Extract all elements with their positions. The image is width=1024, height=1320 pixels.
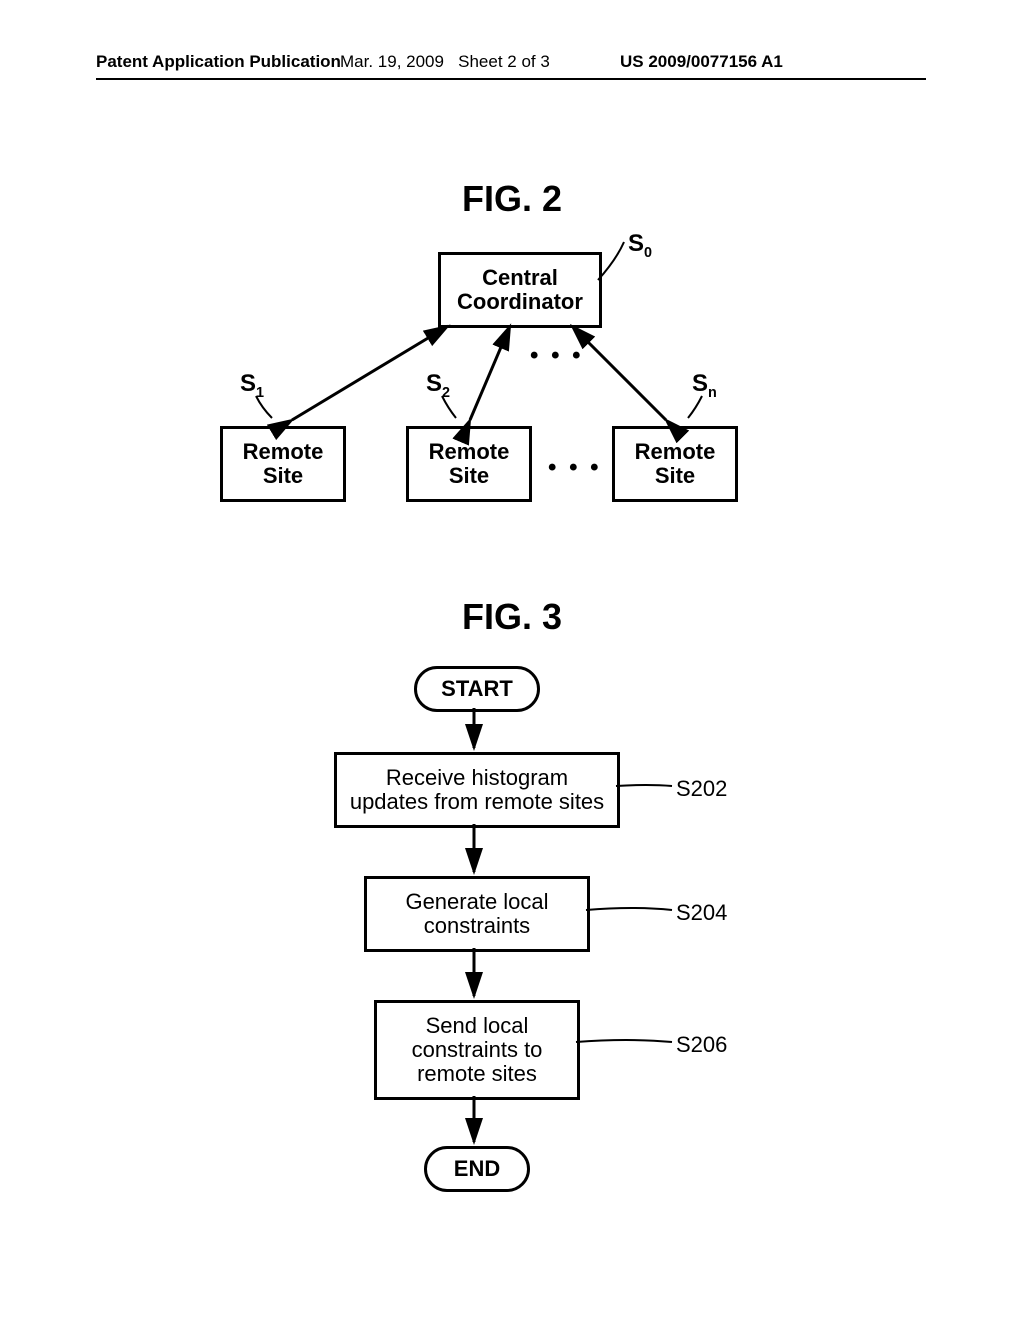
header-sheet: Sheet 2 of 3 [458,52,550,71]
step-3-label: S206 [676,1032,727,1058]
header-publication: Patent Application Publication [96,52,341,72]
fig3-title: FIG. 3 [0,596,1024,638]
fig2-title: FIG. 2 [0,178,1024,220]
remote-site-1-text: Remote Site [223,440,343,488]
step-3-box: Send local constraints to remote sites [374,1000,580,1100]
fig2-dots-top: • • • [530,342,584,370]
step-3-text: Send local constraints to remote sites [377,1014,577,1087]
step-1-text: Receive histogram updates from remote si… [337,766,617,814]
header-rule [96,78,926,80]
patent-page: Patent Application Publication Mar. 19, … [0,0,1024,1320]
site2-label: S2 [426,370,450,401]
central-coordinator-box: Central Coordinator [438,252,602,328]
step-1-label: S202 [676,776,727,802]
step-2-label: S204 [676,900,727,926]
siten-label: Sn [692,370,717,401]
step-2-text: Generate local constraints [367,890,587,938]
site1-label: S1 [240,370,264,401]
header-date-sheet: Mar. 19, 2009 Sheet 2 of 3 [340,52,550,72]
central-coordinator-text: Central Coordinator [441,266,599,314]
fig2-dots-bottom: • • • [548,454,602,482]
remote-site-2-box: Remote Site [406,426,532,502]
end-pill: END [424,1146,530,1192]
start-pill: START [414,666,540,712]
remote-site-2-text: Remote Site [409,440,529,488]
header-date: Mar. 19, 2009 [340,52,444,71]
start-text: START [441,676,513,702]
step-1-box: Receive histogram updates from remote si… [334,752,620,828]
remote-site-n-text: Remote Site [615,440,735,488]
central-label: S0 [628,230,652,261]
remote-site-n-box: Remote Site [612,426,738,502]
header-number: US 2009/0077156 A1 [620,52,783,72]
end-text: END [454,1156,500,1182]
remote-site-1-box: Remote Site [220,426,346,502]
step-2-box: Generate local constraints [364,876,590,952]
